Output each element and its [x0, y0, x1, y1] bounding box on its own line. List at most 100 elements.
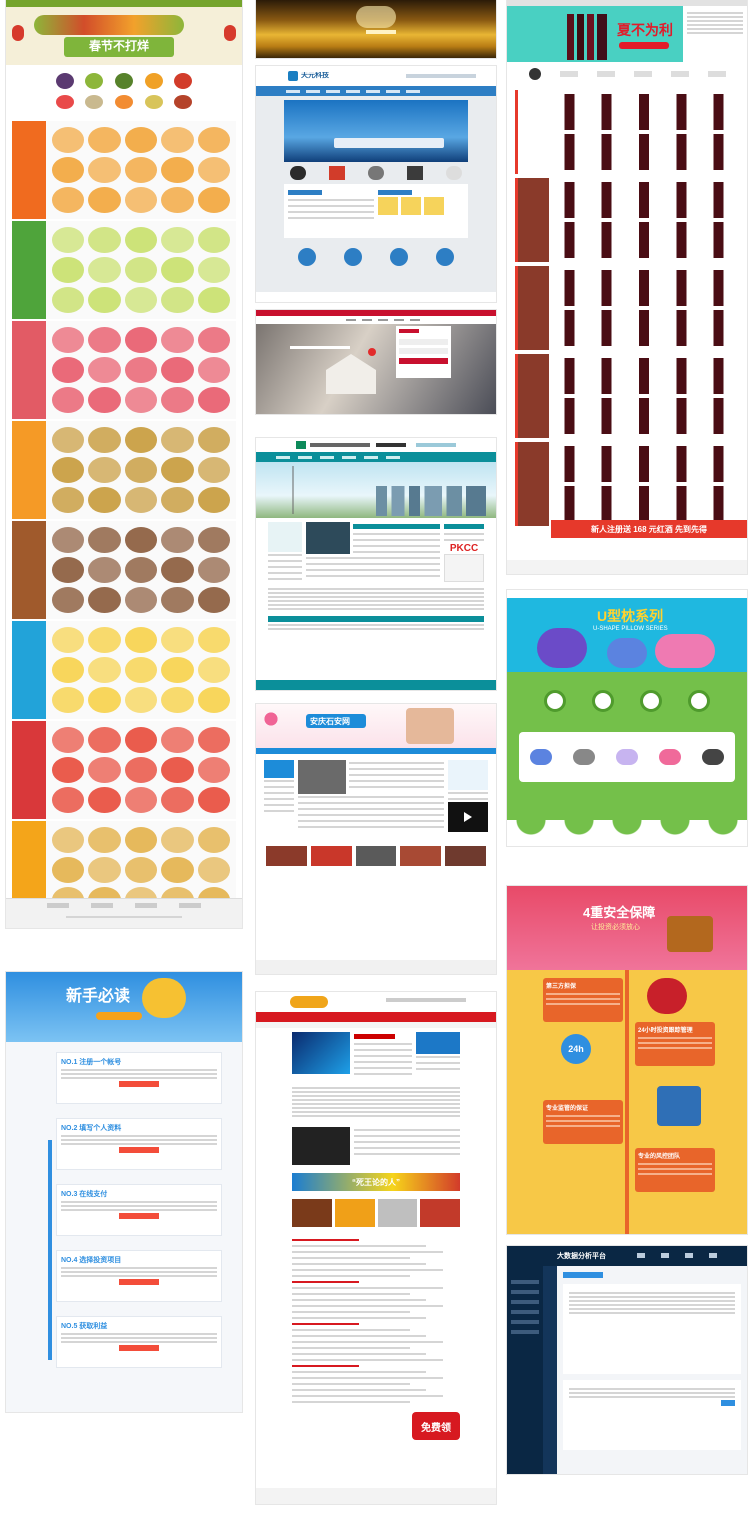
guide-step-button[interactable] [119, 1213, 159, 1219]
list-item[interactable] [292, 1251, 444, 1253]
product-image[interactable] [88, 727, 121, 753]
product-image[interactable] [161, 787, 194, 813]
list-item[interactable] [292, 1353, 427, 1355]
admin-menu-item[interactable] [511, 1290, 539, 1294]
wine-bottle-image[interactable] [590, 310, 624, 346]
guide-step-button[interactable] [119, 1147, 159, 1153]
wine-bottle-image[interactable] [590, 94, 624, 130]
wine-bottle-image[interactable] [553, 134, 587, 170]
product-image[interactable] [88, 687, 121, 713]
video-thumb[interactable] [292, 1127, 350, 1165]
wine-bottle-image[interactable] [627, 398, 661, 434]
category-banner[interactable] [12, 121, 46, 219]
wine-bottle-image[interactable] [701, 134, 735, 170]
guide-step-button[interactable] [119, 1081, 159, 1087]
wine-bottle-image[interactable] [590, 270, 624, 306]
photo-thumb[interactable] [420, 1199, 460, 1227]
category-banner[interactable] [12, 221, 46, 319]
product-image[interactable] [52, 527, 85, 553]
list-item[interactable] [292, 1311, 410, 1313]
product-image[interactable] [88, 127, 121, 153]
photo-thumb[interactable] [334, 1199, 375, 1227]
username-input[interactable] [399, 339, 448, 345]
category-banner[interactable] [12, 721, 46, 819]
corp-product[interactable] [407, 166, 423, 180]
product-image[interactable] [52, 727, 85, 753]
admin-header-icons[interactable] [637, 1253, 717, 1258]
wine-bottle-image[interactable] [664, 358, 698, 394]
product-image[interactable] [197, 127, 230, 153]
product-image[interactable] [52, 127, 85, 153]
product-image[interactable] [174, 95, 193, 109]
product-image[interactable] [161, 657, 194, 683]
corp-header-links[interactable] [406, 74, 476, 78]
wine-bottle-image[interactable] [553, 486, 587, 522]
wine-category-banner[interactable] [515, 90, 549, 174]
product-image[interactable] [197, 287, 230, 313]
product-image[interactable] [197, 487, 230, 513]
gallery-photo[interactable] [310, 846, 352, 866]
product-image[interactable] [197, 627, 230, 653]
list-item[interactable] [292, 1401, 410, 1403]
news-ad-banner[interactable]: “死王论的人” [292, 1173, 460, 1191]
product-image[interactable] [124, 657, 158, 683]
product-image[interactable] [52, 427, 85, 453]
product-image[interactable] [124, 787, 158, 813]
product-image[interactable] [161, 827, 194, 853]
product-image[interactable] [88, 387, 121, 413]
product-image[interactable] [85, 95, 104, 109]
product-image[interactable] [52, 257, 85, 283]
category-banner[interactable] [12, 521, 46, 619]
product-image[interactable] [52, 557, 85, 583]
product-image[interactable] [161, 127, 194, 153]
product-image[interactable] [197, 787, 230, 813]
product-image[interactable] [124, 227, 158, 253]
product-image[interactable] [52, 487, 85, 513]
wine-bottle-image[interactable] [701, 94, 735, 130]
product-image[interactable] [124, 157, 158, 183]
list-item[interactable] [292, 1275, 410, 1277]
product-image[interactable] [88, 557, 121, 583]
product-image[interactable] [55, 95, 74, 109]
wine-bottle-image[interactable] [664, 94, 698, 130]
wine-bottle-image[interactable] [590, 182, 624, 218]
list-item[interactable] [292, 1365, 360, 1367]
product-image[interactable] [197, 687, 230, 713]
wine-promo-banner[interactable]: 新人注册送 168 元红酒 先到先得 [551, 520, 747, 538]
product-image[interactable] [114, 95, 133, 109]
product-image[interactable] [88, 627, 121, 653]
product-image[interactable] [52, 757, 85, 783]
wine-bottle-image[interactable] [590, 134, 624, 170]
list-item[interactable] [292, 1383, 410, 1385]
wine-bottle-image[interactable] [627, 134, 661, 170]
pillow-category-button[interactable] [544, 690, 566, 712]
product-image[interactable] [197, 527, 230, 553]
product-image[interactable] [124, 287, 158, 313]
product-image[interactable] [702, 749, 725, 765]
product-image[interactable] [161, 157, 194, 183]
admin-menu-item[interactable] [511, 1300, 539, 1304]
wine-bottle-image[interactable] [553, 270, 587, 306]
admin-action-button[interactable] [721, 1400, 735, 1406]
product-image[interactable] [161, 687, 194, 713]
product-image[interactable] [124, 727, 158, 753]
list-item[interactable] [292, 1293, 410, 1295]
wine-bottle-image[interactable] [664, 486, 698, 522]
wine-bottle-image[interactable] [627, 446, 661, 482]
product-image[interactable] [161, 357, 194, 383]
wine-bottle-image[interactable] [553, 310, 587, 346]
product-image[interactable] [161, 857, 194, 883]
news-header-links[interactable] [386, 998, 466, 1002]
pillow-category-button[interactable] [592, 690, 614, 712]
list-item[interactable] [292, 1377, 444, 1379]
corp-nav-item[interactable] [306, 89, 320, 93]
product-image[interactable] [124, 427, 158, 453]
corp-product[interactable] [329, 166, 345, 180]
gallery-photo[interactable] [400, 846, 442, 866]
product-image[interactable] [88, 857, 121, 883]
wine-bottle-image[interactable] [664, 398, 698, 434]
list-item[interactable] [292, 1371, 427, 1373]
product-image[interactable] [88, 427, 121, 453]
play-icon[interactable] [464, 812, 472, 822]
list-item[interactable] [292, 1395, 444, 1397]
